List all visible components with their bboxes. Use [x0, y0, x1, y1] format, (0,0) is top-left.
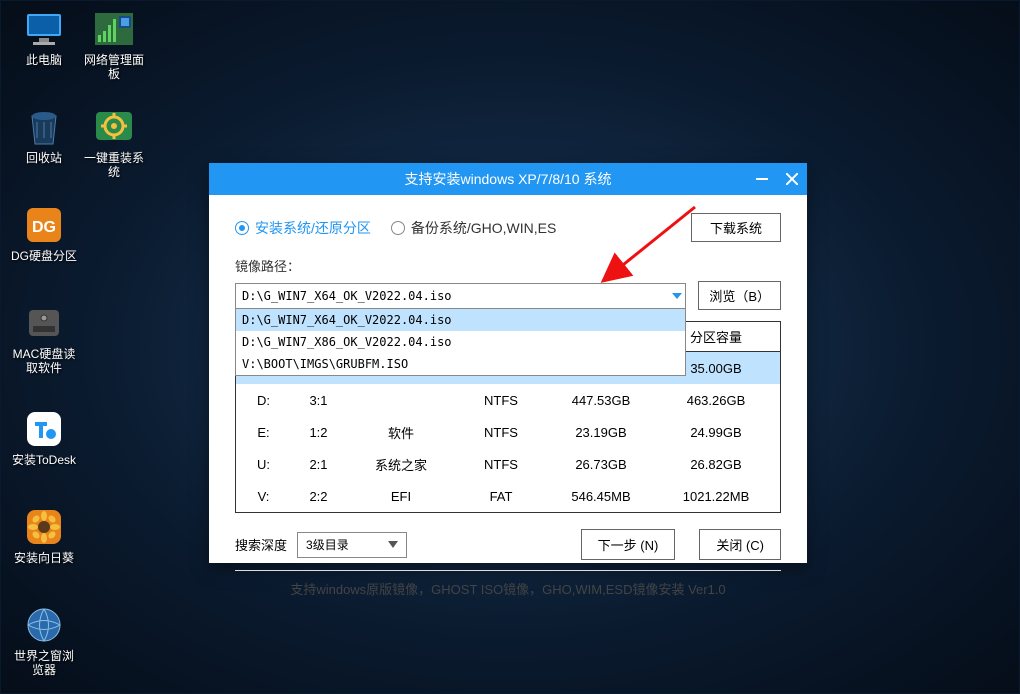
table-row[interactable]: D:3:1 NTFS447.53GB463.26GB	[236, 384, 780, 416]
cell-free: 447.53GB	[546, 393, 656, 408]
desktop-icon-recycle-bin[interactable]: 回收站	[9, 107, 79, 165]
desktop-icon-browser[interactable]: 世界之窗浏览器	[9, 605, 79, 678]
radio-icon	[235, 221, 249, 235]
cell-fmt: NTFS	[456, 457, 546, 472]
cell-drive: D:	[236, 393, 291, 408]
cell-drive: E:	[236, 425, 291, 440]
radio-backup[interactable]: 备份系统/GHO,WIN,ES	[391, 218, 556, 238]
svg-text:DG: DG	[32, 219, 56, 236]
cell-num: 2:1	[291, 457, 346, 472]
dropdown-item[interactable]: V:\BOOT\IMGS\GRUBFM.ISO	[236, 353, 685, 375]
dialog-footer: 支持windows原版镜像，GHOST ISO镜像，GHO,WIM,ESD镜像安…	[235, 570, 781, 598]
image-path-dropdown: D:\G_WIN7_X64_OK_V2022.04.iso D:\G_WIN7_…	[235, 309, 686, 376]
radio-label: 备份系统/GHO,WIN,ES	[411, 218, 556, 238]
cell-total: 24.99GB	[656, 425, 776, 440]
cell-vol: EFI	[346, 489, 456, 504]
desktop-icon-reinstall[interactable]: 一键重装系统	[79, 107, 149, 180]
minimize-button[interactable]	[747, 163, 777, 195]
cell-free: 26.73GB	[546, 457, 656, 472]
cell-fmt: NTFS	[456, 425, 546, 440]
depth-value: 3级目录	[306, 536, 349, 553]
cell-free: 546.45MB	[546, 489, 656, 504]
sunflower-icon	[22, 507, 66, 547]
image-path-input[interactable]	[235, 283, 686, 309]
chevron-down-icon[interactable]	[672, 293, 682, 299]
cell-drive: U:	[236, 457, 291, 472]
install-dialog: 支持安装windows XP/7/8/10 系统 安装系统/还原分区 备份系统/…	[209, 163, 807, 563]
gear-install-icon	[92, 107, 136, 147]
cell-drive: V:	[236, 489, 291, 504]
radio-label: 安装系统/还原分区	[255, 218, 371, 238]
dropdown-item[interactable]: D:\G_WIN7_X64_OK_V2022.04.iso	[236, 309, 685, 331]
radio-install-restore[interactable]: 安装系统/还原分区	[235, 218, 371, 238]
cell-fmt: NTFS	[456, 393, 546, 408]
icon-label: 一键重装系统	[79, 151, 149, 180]
dialog-title: 支持安装windows XP/7/8/10 系统	[405, 169, 612, 189]
cell-total: 26.82GB	[656, 457, 776, 472]
chevron-down-icon	[388, 541, 398, 548]
browse-button[interactable]: 浏览（B）	[698, 281, 781, 310]
search-depth-select[interactable]: 3级目录	[297, 532, 407, 558]
table-row[interactable]: V:2:2EFIFAT546.45MB1021.22MB	[236, 480, 780, 512]
desktop-icon-sunflower[interactable]: 安装向日葵	[9, 507, 79, 565]
desktop-icon-todesk[interactable]: 安装ToDesk	[9, 409, 79, 467]
network-icon	[92, 9, 136, 49]
cell-total: 463.26GB	[656, 393, 776, 408]
icon-label: 安装向日葵	[9, 551, 79, 565]
cell-fmt: FAT	[456, 489, 546, 504]
cell-num: 2:2	[291, 489, 346, 504]
icon-label: 回收站	[9, 151, 79, 165]
disk-icon	[22, 303, 66, 343]
cell-num: 3:1	[291, 393, 346, 408]
next-button[interactable]: 下一步 (N)	[581, 529, 676, 560]
desktop-icon-mac-disk[interactable]: MAC硬盘读取软件	[9, 303, 79, 376]
search-depth-label: 搜索深度	[235, 535, 287, 554]
cell-total: 1021.22MB	[656, 489, 776, 504]
globe-icon	[22, 605, 66, 645]
image-path-combo[interactable]: D:\G_WIN7_X64_OK_V2022.04.iso D:\G_WIN7_…	[235, 283, 686, 309]
cell-vol: 系统之家	[346, 455, 456, 474]
recycle-bin-icon	[22, 107, 66, 147]
titlebar[interactable]: 支持安装windows XP/7/8/10 系统	[209, 163, 807, 195]
icon-label: 网络管理面板	[79, 53, 149, 82]
icon-label: DG硬盘分区	[9, 249, 79, 263]
cell-num: 1:2	[291, 425, 346, 440]
icon-label: 安装ToDesk	[9, 453, 79, 467]
image-path-label: 镜像路径：	[235, 256, 781, 275]
icon-label: 世界之窗浏览器	[9, 649, 79, 678]
desktop-icon-dg-partition[interactable]: DG DG硬盘分区	[9, 205, 79, 263]
table-row[interactable]: U:2:1系统之家NTFS26.73GB26.82GB	[236, 448, 780, 480]
monitor-icon	[22, 9, 66, 49]
dg-icon: DG	[22, 205, 66, 245]
cell-vol: 软件	[346, 423, 456, 442]
close-icon	[786, 173, 798, 185]
close-dialog-button[interactable]: 关闭 (C)	[699, 529, 781, 560]
close-button[interactable]	[777, 163, 807, 195]
minimize-icon	[756, 178, 768, 180]
radio-icon	[391, 221, 405, 235]
todesk-icon	[22, 409, 66, 449]
cell-free: 23.19GB	[546, 425, 656, 440]
download-system-button[interactable]: 下载系统	[691, 213, 781, 242]
icon-label: MAC硬盘读取软件	[9, 347, 79, 376]
icon-label: 此电脑	[9, 53, 79, 67]
dropdown-item[interactable]: D:\G_WIN7_X86_OK_V2022.04.iso	[236, 331, 685, 353]
table-row[interactable]: E:1:2软件NTFS23.19GB24.99GB	[236, 416, 780, 448]
desktop-icon-network-panel[interactable]: 网络管理面板	[79, 9, 149, 82]
desktop-icon-this-pc[interactable]: 此电脑	[9, 9, 79, 67]
